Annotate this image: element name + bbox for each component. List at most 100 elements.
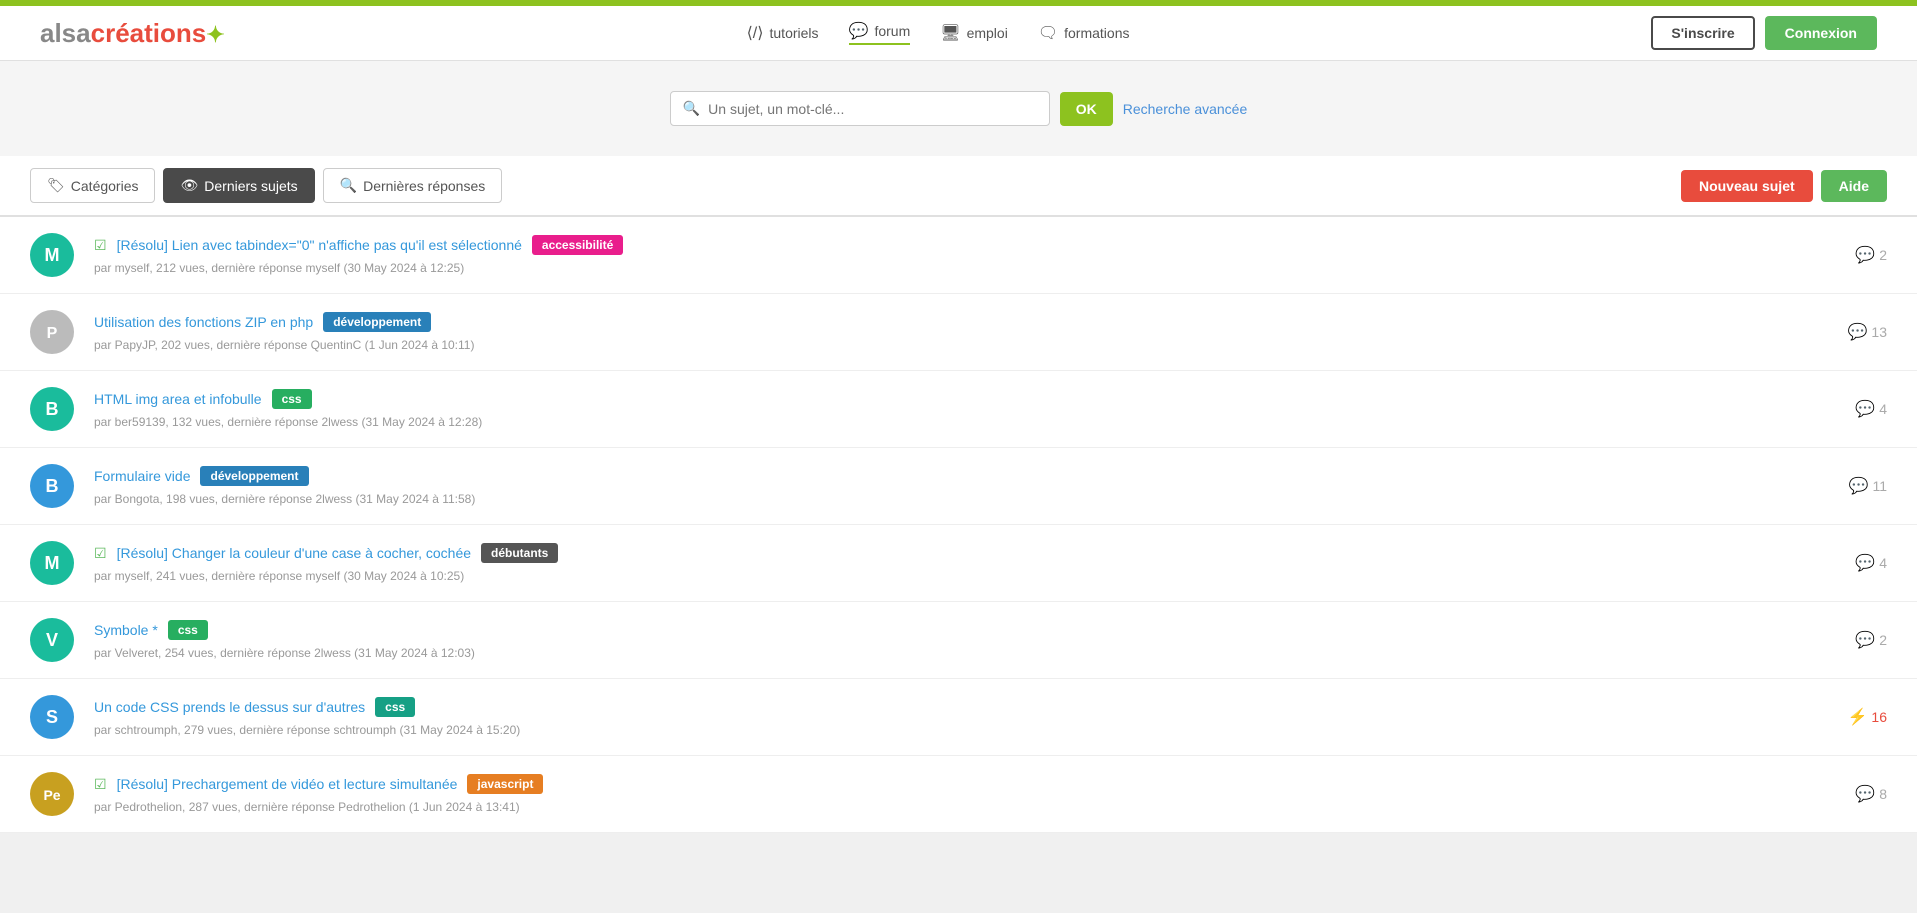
topic-title-link[interactable]: [Résolu] Changer la couleur d'une case à…: [117, 545, 471, 561]
topic-title-link[interactable]: HTML img area et infobulle: [94, 391, 262, 407]
topic-meta: par myself, 241 vues, dernière réponse m…: [94, 569, 1817, 583]
avatar: Pe: [30, 772, 74, 816]
topic-tag: css: [272, 389, 312, 409]
topic-title-link[interactable]: [Résolu] Lien avec tabindex="0" n'affich…: [117, 237, 522, 253]
tabs-right: Nouveau sujet Aide: [1681, 170, 1887, 202]
search-ok-button[interactable]: OK: [1060, 92, 1113, 126]
reply-icon: 💬: [1855, 630, 1875, 650]
code-icon: ⟨/⟩: [747, 23, 764, 43]
login-button[interactable]: Connexion: [1765, 16, 1877, 50]
topic-title-link[interactable]: [Résolu] Prechargement de vidéo et lectu…: [117, 776, 458, 792]
topic-meta: par Velveret, 254 vues, dernière réponse…: [94, 646, 1817, 660]
topic-content: ☑ [Résolu] Lien avec tabindex="0" n'affi…: [94, 235, 1817, 275]
reply-count: 4: [1879, 555, 1887, 571]
resolved-check-icon: ☑: [94, 776, 107, 793]
logo-accent-icon: ✦: [206, 22, 224, 47]
topics-list: M ☑ [Résolu] Lien avec tabindex="0" n'af…: [0, 217, 1917, 833]
search-box: 🔍: [670, 91, 1050, 126]
search-input[interactable]: [708, 101, 1037, 117]
new-topic-button[interactable]: Nouveau sujet: [1681, 170, 1813, 202]
topic-meta: par Pedrothelion, 287 vues, dernière rép…: [94, 800, 1817, 814]
nav-emploi[interactable]: 🖥 emploi: [940, 23, 1008, 43]
resolved-check-icon: ☑: [94, 545, 107, 562]
topic-row: P Utilisation des fonctions ZIP en php d…: [0, 294, 1917, 371]
avatar: M: [30, 541, 74, 585]
topic-tag: css: [375, 697, 415, 717]
topic-meta: par PapyJP, 202 vues, dernière réponse Q…: [94, 338, 1817, 352]
reply-icon: 💬: [1855, 553, 1875, 573]
avatar: M: [30, 233, 74, 277]
tab-derniers-sujets-label: Derniers sujets: [204, 178, 297, 194]
topic-tag: développement: [323, 312, 431, 332]
topic-replies: 💬 11: [1837, 476, 1887, 496]
reply-count: 4: [1879, 401, 1887, 417]
reply-icon: 💬: [1855, 399, 1875, 419]
topic-content: Utilisation des fonctions ZIP en php dév…: [94, 312, 1817, 352]
topic-replies: 💬 4: [1837, 399, 1887, 419]
topic-content: HTML img area et infobulle css par ber59…: [94, 389, 1817, 429]
reply-icon: 💬: [1849, 476, 1869, 496]
topic-replies: 💬 2: [1837, 245, 1887, 265]
topic-content: Formulaire vide développement par Bongot…: [94, 466, 1817, 506]
logo-creations: créations: [91, 18, 207, 48]
topic-tag: développement: [200, 466, 308, 486]
reply-icon: 💬: [1855, 784, 1875, 804]
nav-tutoriels-label: tutoriels: [770, 25, 819, 41]
topic-replies: 💬 13: [1837, 322, 1887, 342]
magnify-icon: 🔍: [340, 177, 357, 194]
svg-text:P: P: [47, 325, 58, 342]
topic-title-link[interactable]: Un code CSS prends le dessus sur d'autre…: [94, 699, 365, 715]
topic-row: M ☑ [Résolu] Lien avec tabindex="0" n'af…: [0, 217, 1917, 294]
topic-tag: débutants: [481, 543, 558, 563]
topic-row: M ☑ [Résolu] Changer la couleur d'une ca…: [0, 525, 1917, 602]
search-icon: 🔍: [683, 100, 700, 117]
reply-count: 16: [1871, 709, 1887, 725]
topic-row: B HTML img area et infobulle css par ber…: [0, 371, 1917, 448]
nav-formations-label: formations: [1064, 25, 1129, 41]
topic-title-row: Un code CSS prends le dessus sur d'autre…: [94, 697, 1817, 717]
tab-derniers-sujets[interactable]: 👁 Derniers sujets: [163, 168, 314, 203]
avatar: V: [30, 618, 74, 662]
topic-row: Pe ☑ [Résolu] Prechargement de vidéo et …: [0, 756, 1917, 833]
avatar: B: [30, 464, 74, 508]
nav-emploi-label: emploi: [967, 25, 1008, 41]
svg-text:Pe: Pe: [43, 787, 60, 803]
topic-title-row: Utilisation des fonctions ZIP en php dév…: [94, 312, 1817, 332]
nav-formations[interactable]: 🗨 formations: [1038, 23, 1130, 43]
topic-title-row: ☑ [Résolu] Changer la couleur d'une case…: [94, 543, 1817, 563]
forum-icon: 💬: [849, 21, 869, 41]
topic-tag: accessibilité: [532, 235, 623, 255]
advanced-search-link[interactable]: Recherche avancée: [1123, 101, 1248, 117]
tag-icon: 🏷: [47, 177, 65, 194]
register-button[interactable]: S'inscrire: [1651, 16, 1754, 50]
topic-meta: par schtroumph, 279 vues, dernière répon…: [94, 723, 1817, 737]
tab-categories[interactable]: 🏷 Catégories: [30, 168, 155, 203]
nav-tutoriels[interactable]: ⟨/⟩ tutoriels: [747, 23, 819, 43]
topic-content: Symbole * css par Velveret, 254 vues, de…: [94, 620, 1817, 660]
reply-count: 8: [1879, 786, 1887, 802]
topic-title-link[interactable]: Utilisation des fonctions ZIP en php: [94, 314, 313, 330]
reply-count: 13: [1871, 324, 1887, 340]
topic-meta: par myself, 212 vues, dernière réponse m…: [94, 261, 1817, 275]
topic-content: ☑ [Résolu] Changer la couleur d'une case…: [94, 543, 1817, 583]
tabs-bar: 🏷 Catégories 👁 Derniers sujets 🔍 Dernièr…: [0, 156, 1917, 217]
topic-row: B Formulaire vide développement par Bong…: [0, 448, 1917, 525]
resolved-check-icon: ☑: [94, 237, 107, 254]
logo[interactable]: alsacréations✦: [40, 18, 225, 49]
tab-dernieres-reponses[interactable]: 🔍 Dernières réponses: [323, 168, 503, 203]
topic-title-row: Formulaire vide développement: [94, 466, 1817, 486]
nav-forum-label: forum: [874, 23, 910, 39]
topic-title-row: ☑ [Résolu] Prechargement de vidéo et lec…: [94, 774, 1817, 794]
topic-title-row: Symbole * css: [94, 620, 1817, 640]
tab-dernieres-reponses-label: Dernières réponses: [363, 178, 485, 194]
help-button[interactable]: Aide: [1821, 170, 1887, 202]
topic-title-link[interactable]: Formulaire vide: [94, 468, 190, 484]
tab-categories-label: Catégories: [71, 178, 139, 194]
topic-title-link[interactable]: Symbole *: [94, 622, 158, 638]
topic-row: V Symbole * css par Velveret, 254 vues, …: [0, 602, 1917, 679]
emploi-icon: 🖥: [940, 23, 960, 43]
avatar: B: [30, 387, 74, 431]
formations-icon: 🗨: [1038, 23, 1058, 43]
topic-title-row: HTML img area et infobulle css: [94, 389, 1817, 409]
nav-forum[interactable]: 💬 forum: [849, 21, 911, 45]
